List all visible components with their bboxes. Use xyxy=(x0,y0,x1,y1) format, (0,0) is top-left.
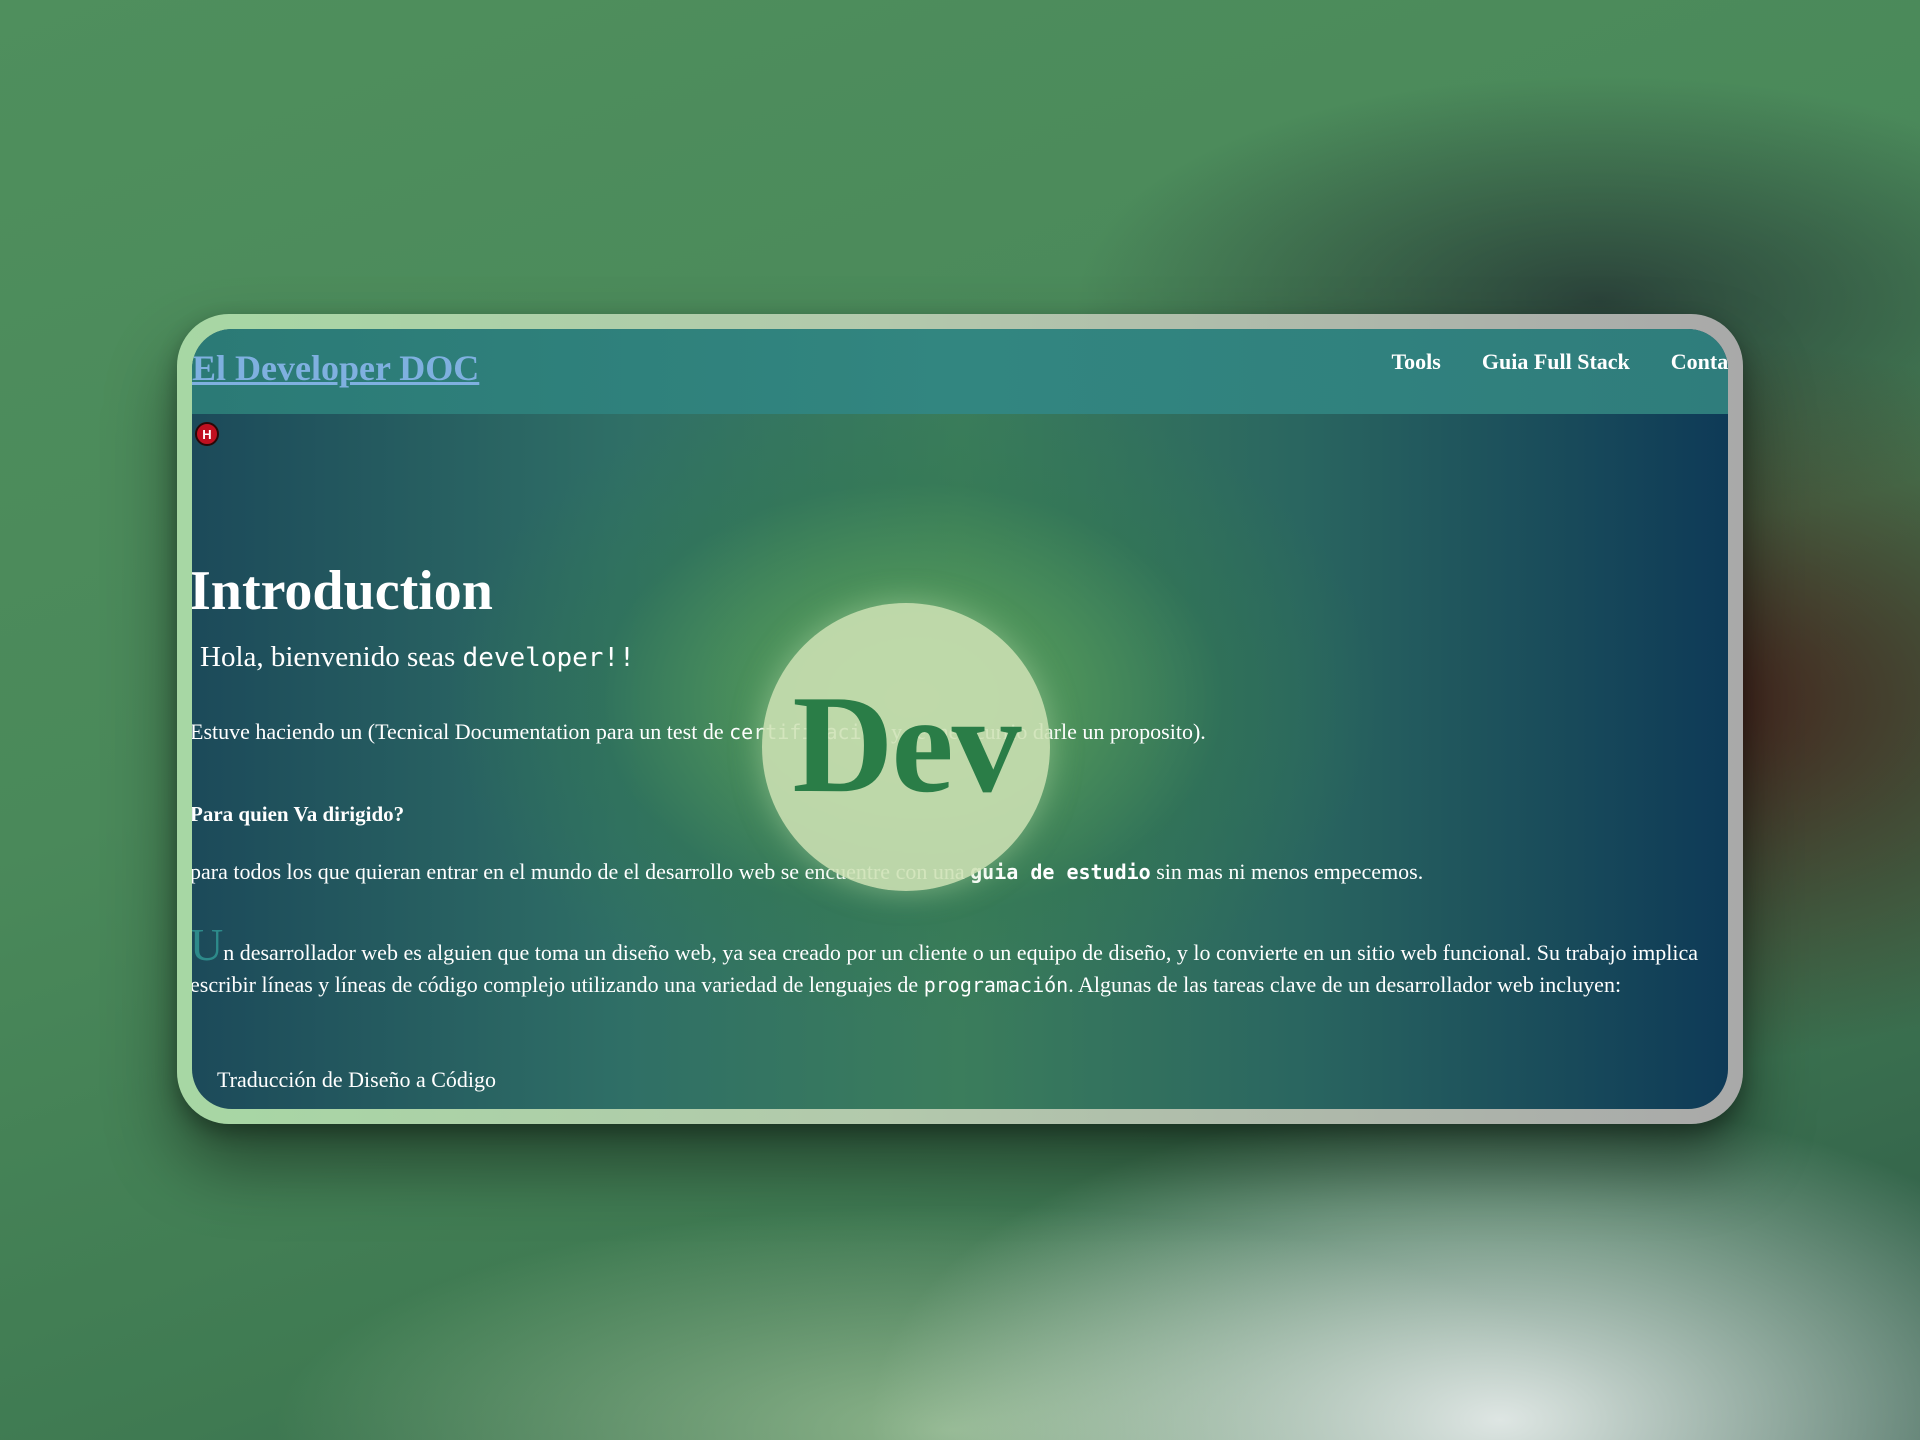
device-frame: El Developer DOC Tools Guia Full Stack C… xyxy=(177,314,1743,1124)
audience-code: guia de estudio xyxy=(970,860,1151,884)
audience-text-after: sin mas ni menos empecemos. xyxy=(1156,859,1424,884)
intro-text-before: Estuve haciendo un (Tecnical Documentati… xyxy=(192,719,724,744)
audience-heading: Para quien Va dirigido? xyxy=(192,802,405,826)
description-code: programación xyxy=(923,973,1069,997)
dev-logo-overlay: Dev xyxy=(762,603,1050,891)
drop-cap: U xyxy=(192,919,224,970)
greeting-line: Hola, bienvenido seas developer!! xyxy=(200,641,635,674)
intro-paragraph: Estuve haciendo un (Tecnical Documentati… xyxy=(192,719,1206,745)
tasks-list: Traducción de Diseño a Código xyxy=(192,1067,496,1093)
description-text-after: . Algunas de las tareas clave de un desa… xyxy=(1068,972,1622,997)
dev-logo-text: Dev xyxy=(792,666,1021,822)
list-item: Traducción de Diseño a Código xyxy=(192,1067,496,1093)
greeting-text: Hola, bienvenido seas xyxy=(200,641,456,673)
browser-viewport[interactable]: El Developer DOC Tools Guia Full Stack C… xyxy=(192,329,1728,1109)
greeting-code: developer!! xyxy=(462,643,635,673)
developer-description-paragraph: Un desarrollador web es alguien que toma… xyxy=(192,922,1705,1001)
page-title: Introduction xyxy=(192,560,493,622)
audience-paragraph: para todos los que quieran entrar en el … xyxy=(192,859,1423,885)
